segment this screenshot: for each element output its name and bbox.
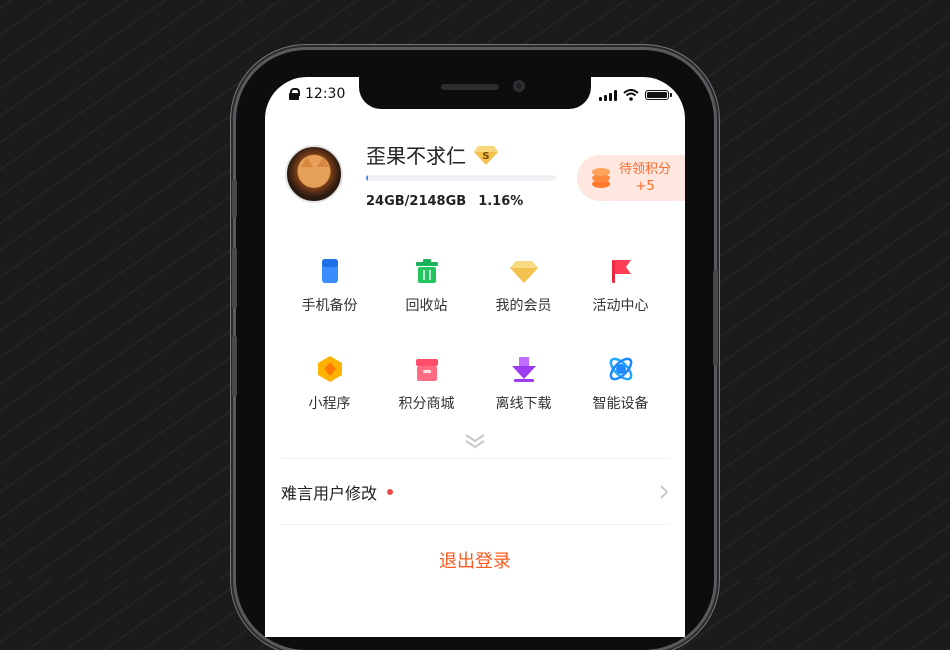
grid-item-membership[interactable]: 我的会员 bbox=[475, 257, 572, 315]
points-claim-button[interactable]: 待领积分 +5 bbox=[577, 155, 685, 201]
expand-chevron-down-icon[interactable] bbox=[464, 432, 486, 450]
chevron-right-icon bbox=[660, 485, 669, 499]
grid-label: 积分商城 bbox=[398, 396, 455, 412]
grid-item-mini-program[interactable]: 小程序 bbox=[281, 355, 378, 413]
side-button-volume-down bbox=[232, 336, 237, 396]
lock-icon bbox=[289, 88, 300, 100]
flag-icon bbox=[611, 260, 631, 283]
storage-used: 24GB/2148GB bbox=[366, 194, 467, 209]
username-text: 歪果不求仁 bbox=[366, 144, 466, 168]
logout-button[interactable]: 退出登录 bbox=[265, 547, 685, 573]
grid-label: 智能设备 bbox=[592, 396, 649, 412]
grid-label: 小程序 bbox=[308, 396, 351, 412]
username: 歪果不求仁 S bbox=[366, 140, 498, 169]
vip-badge-letter: S bbox=[482, 151, 489, 162]
vip-badge-icon[interactable]: S bbox=[474, 144, 498, 166]
diamond-icon bbox=[509, 261, 538, 283]
notification-dot bbox=[387, 489, 394, 495]
storage-progress-fill bbox=[366, 175, 369, 181]
grid-item-trash[interactable]: 回收站 bbox=[378, 257, 475, 315]
divider-top bbox=[281, 458, 669, 459]
coin-stack-icon bbox=[592, 168, 610, 188]
grid-label: 手机备份 bbox=[301, 298, 358, 314]
shop-icon bbox=[415, 359, 438, 381]
status-icons bbox=[599, 89, 672, 101]
phone-backup-icon bbox=[321, 259, 338, 283]
storage-progress-bar bbox=[366, 175, 556, 181]
points-label: 待领积分 bbox=[619, 162, 672, 177]
storage-percent: 1.16% bbox=[478, 194, 524, 209]
speaker bbox=[441, 84, 499, 90]
mini-program-icon bbox=[317, 356, 342, 382]
download-icon bbox=[511, 357, 536, 382]
points-value: +5 bbox=[635, 179, 655, 194]
status-time: 12:30 bbox=[289, 86, 345, 102]
grid-label: 离线下载 bbox=[495, 396, 552, 412]
smart-device-icon bbox=[609, 357, 632, 381]
menu-item-label: 难言用户修改 bbox=[281, 484, 378, 503]
side-button-mute bbox=[232, 180, 237, 218]
grid-item-points-mall[interactable]: 积分商城 bbox=[378, 355, 475, 413]
app-screen: 12:30 歪果不求仁 S 24GB/2148GB 1.16% 待领积分 +5 … bbox=[265, 77, 685, 637]
trash-icon bbox=[415, 259, 438, 283]
storage-info: 24GB/2148GB 1.16% bbox=[366, 194, 523, 209]
grid-label: 活动中心 bbox=[592, 298, 649, 314]
menu-item-edit-user[interactable]: 难言用户修改 bbox=[281, 470, 669, 514]
grid-item-phone-backup[interactable]: 手机备份 bbox=[281, 257, 378, 315]
grid-label: 我的会员 bbox=[495, 298, 552, 314]
feature-grid: 手机备份 回收站 我的会员 活动中心 小程序 积分商城 离线下载 智能设备 bbox=[281, 257, 669, 413]
notch bbox=[359, 77, 591, 109]
divider-bottom bbox=[281, 524, 669, 525]
wifi-icon bbox=[623, 89, 639, 101]
grid-item-smart-device[interactable]: 智能设备 bbox=[572, 355, 669, 413]
side-button-power bbox=[713, 270, 718, 366]
signal-icon bbox=[599, 89, 617, 101]
grid-label: 回收站 bbox=[405, 298, 448, 314]
avatar[interactable] bbox=[285, 145, 343, 203]
camera bbox=[513, 80, 525, 92]
grid-item-activity-center[interactable]: 活动中心 bbox=[572, 257, 669, 315]
battery-icon bbox=[645, 90, 672, 100]
grid-item-offline-download[interactable]: 离线下载 bbox=[475, 355, 572, 413]
side-button-volume-up bbox=[232, 248, 237, 308]
time-text: 12:30 bbox=[305, 86, 346, 102]
